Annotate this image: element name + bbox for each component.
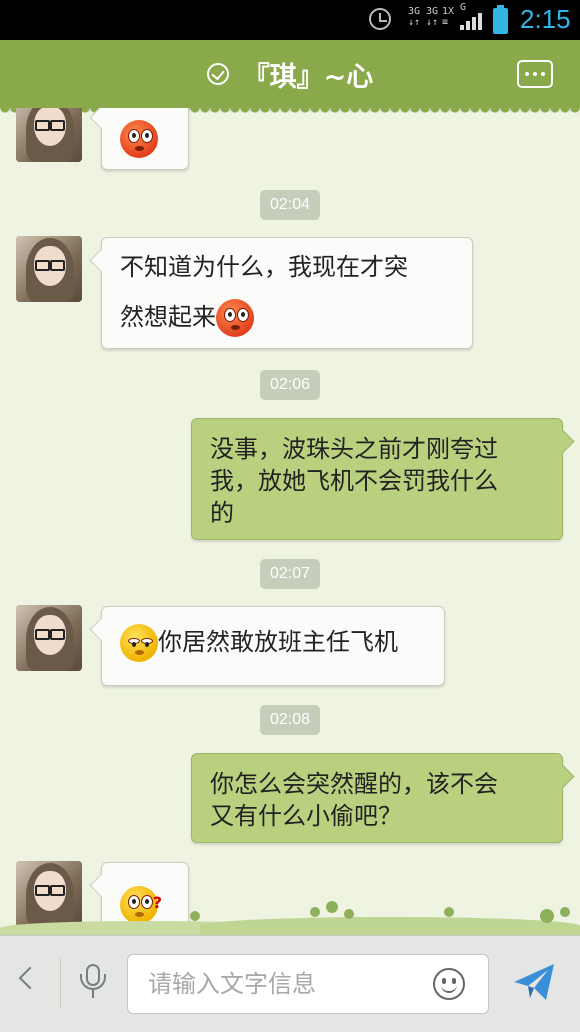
incoming-message-bubble[interactable]: 不知道为什么，我现在才突 然想起来 — [101, 237, 473, 349]
message-line: 的 — [210, 499, 234, 527]
contact-avatar[interactable] — [16, 108, 82, 162]
background-scenery — [0, 895, 580, 935]
message-line: 我，放她飞机不会罚我什么 — [210, 467, 498, 495]
network-1x-indicator: 1X ≡ — [442, 6, 455, 28]
network-3g-indicator: 3G ↓↑ — [408, 6, 421, 28]
chevron-left-icon[interactable] — [18, 966, 42, 990]
status-time: 2:15 — [520, 4, 571, 34]
signal-strength-icon — [460, 12, 482, 30]
contact-avatar[interactable] — [16, 605, 82, 671]
message-line: 没事，波珠头之前才刚夸过 — [210, 435, 498, 463]
outgoing-message-bubble[interactable]: 没事，波珠头之前才刚夸过 我，放她飞机不会罚我什么 的 — [191, 418, 563, 540]
message-timestamp: 02:07 — [260, 559, 320, 589]
chat-header: 『琪』~心 — [0, 40, 580, 114]
chat-title-group: 『琪』~心 — [0, 40, 580, 108]
contact-avatar[interactable] — [16, 236, 82, 302]
message-timestamp: 02:04 — [260, 190, 320, 220]
status-bar: 3G ↓↑ 3G ↓↑ 1X ≡ G 2:15 — [0, 0, 580, 40]
message-line: 你怎么会突然醒的，该不会 — [210, 770, 498, 798]
message-line: 不知道为什么，我现在才突 — [120, 253, 408, 281]
send-icon[interactable] — [512, 962, 556, 1002]
surprised-emoji-icon — [216, 299, 254, 337]
message-text: 你居然敢放班主任飞机 — [158, 628, 398, 656]
microphone-icon[interactable] — [80, 964, 106, 1000]
smiley-icon[interactable] — [433, 968, 465, 1000]
battery-charging-icon — [493, 5, 508, 34]
outgoing-message-bubble[interactable]: 你怎么会突然醒的，该不会 又有什么小偷吧？ — [191, 753, 563, 843]
shy-emoji-icon — [120, 624, 158, 662]
network-3g-indicator-2: 3G ↓↑ — [426, 6, 439, 28]
more-options-button[interactable] — [517, 60, 553, 88]
chat-message-list[interactable]: 02:04 不知道为什么，我现在才突 然想起来 02:06 没事，波珠头之前才刚… — [0, 108, 580, 935]
surprised-emoji-icon — [120, 120, 158, 158]
chat-title: 『琪』~心 — [242, 61, 374, 93]
incoming-message-bubble[interactable]: 你居然敢放班主任飞机 — [101, 606, 445, 686]
message-timestamp: 02:08 — [260, 705, 320, 735]
message-line-with-emoji: 然想起来 — [120, 292, 454, 342]
message-input-bar: 请输入文字信息 — [0, 935, 580, 1032]
alarm-clock-icon — [369, 8, 391, 30]
message-timestamp: 02:06 — [260, 370, 320, 400]
check-circle-icon — [206, 63, 229, 85]
message-line: 又有什么小偷吧？ — [210, 802, 402, 830]
divider — [60, 958, 61, 1008]
incoming-message-bubble[interactable] — [101, 108, 189, 170]
